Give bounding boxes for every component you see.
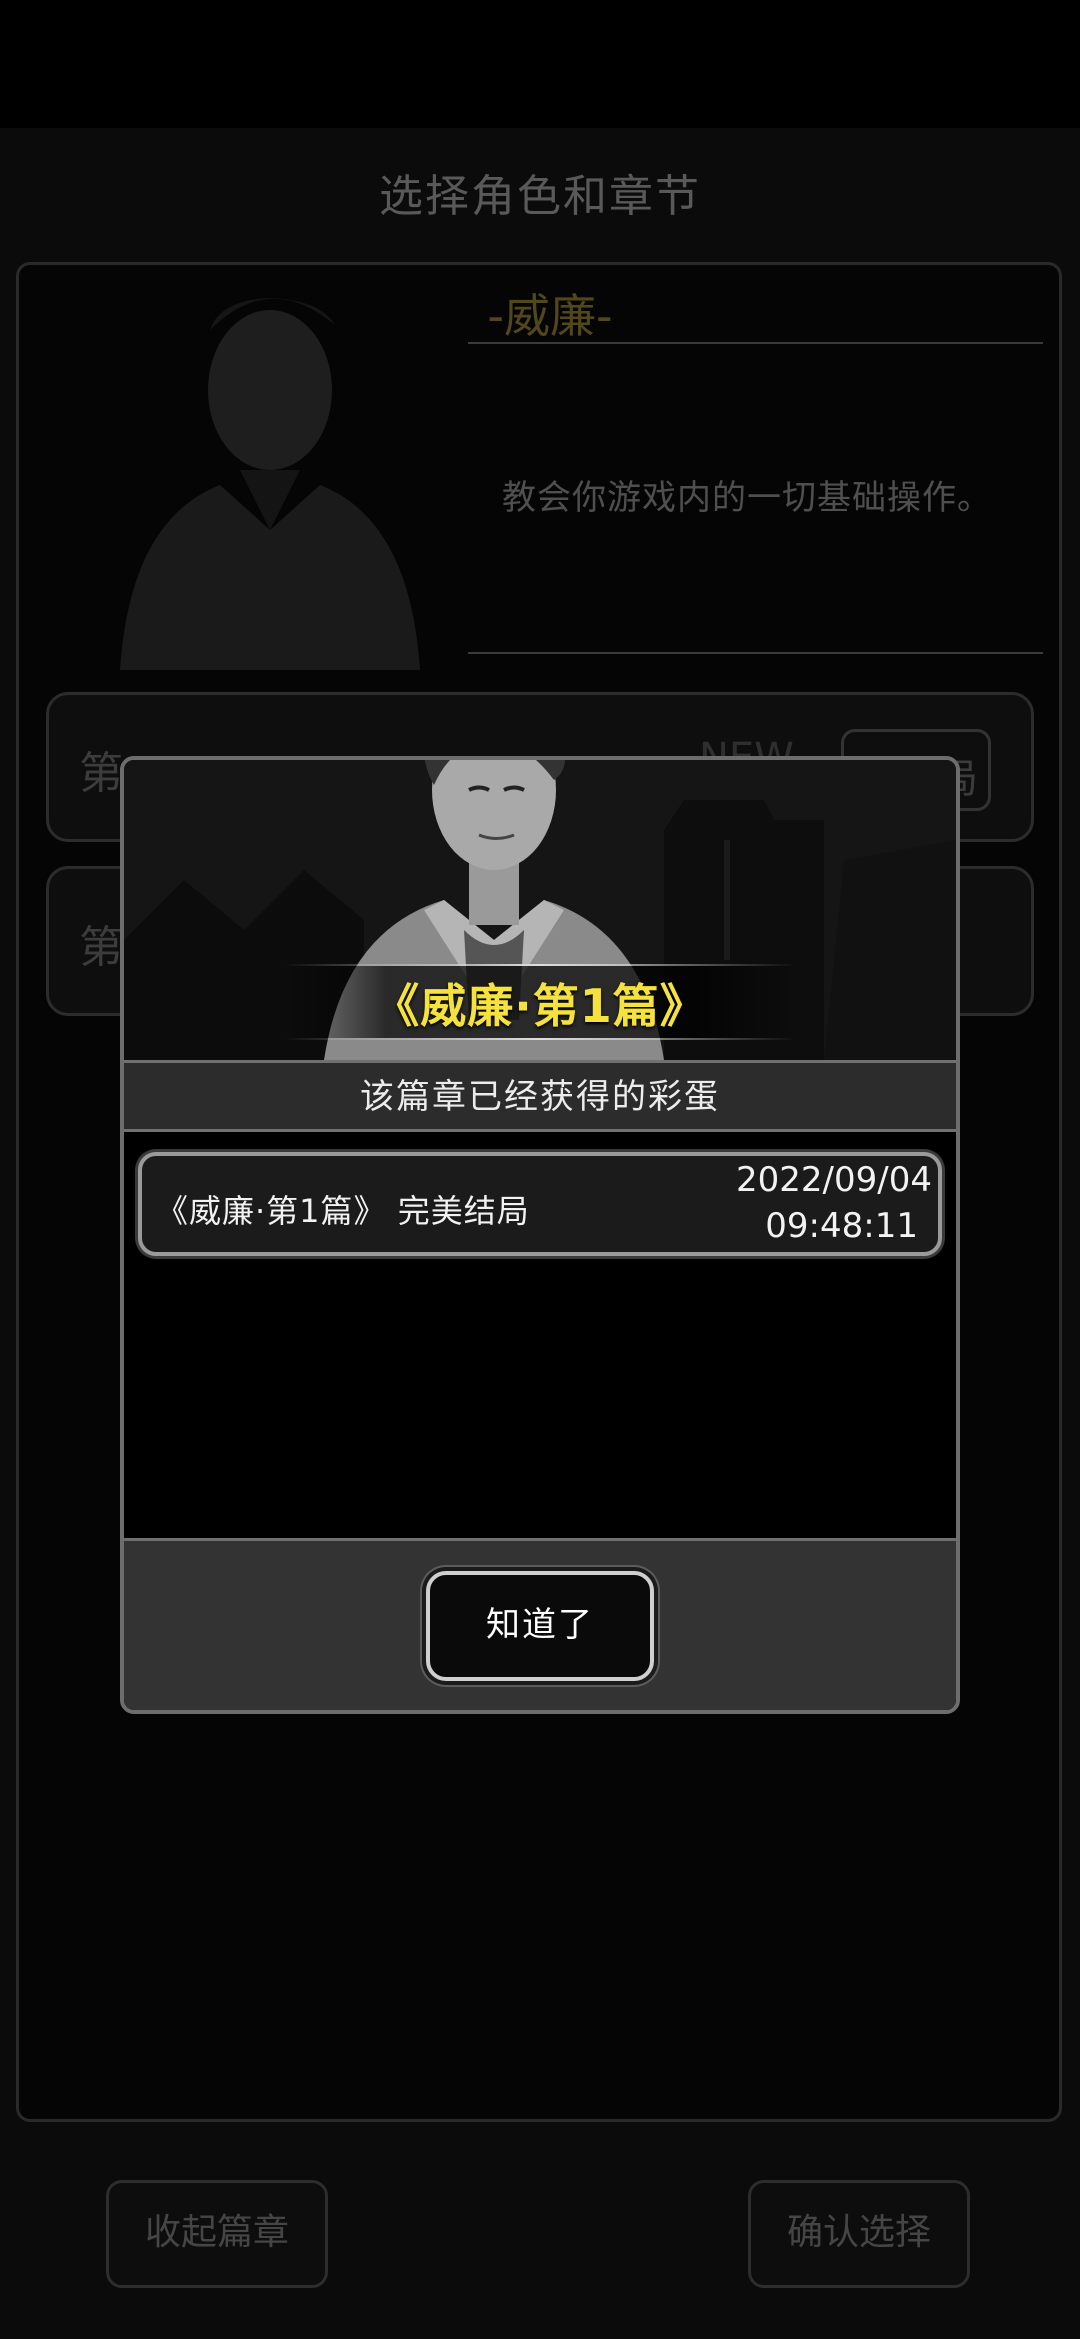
- divider: [468, 652, 1043, 654]
- divider: [468, 342, 1043, 344]
- character-portrait-bg: [120, 298, 420, 670]
- top-bar: [0, 0, 1080, 128]
- dialog-footer: 知道了: [124, 1538, 956, 1710]
- entry-name: 《威廉·第1篇》 完美结局: [156, 1192, 530, 1230]
- entry-date: 2022/09/04: [736, 1160, 932, 1200]
- page-title: 选择角色和章节: [379, 171, 701, 222]
- ok-button[interactable]: 知道了: [426, 1571, 654, 1681]
- chapter-label: 第: [79, 922, 123, 973]
- confirm-selection-button[interactable]: 确认选择: [748, 2180, 970, 2288]
- chapter-banner: 《威廉·第1篇》: [124, 760, 956, 1060]
- chapter-title: 《威廉·第1篇》: [373, 979, 707, 1033]
- character-name: -威廉-: [487, 289, 613, 343]
- easter-egg-entry: 《威廉·第1篇》 完美结局 2022/09/04 09:48:11: [138, 1152, 942, 1256]
- entry-time: 09:48:11: [765, 1206, 918, 1246]
- easter-egg-dialog: 《威廉·第1篇》 该篇章已经获得的彩蛋 《威廉·第1篇》 完美结局 2022/0…: [120, 756, 960, 1714]
- chapter-label: 第: [79, 748, 123, 799]
- character-description: 教会你游戏内的一切基础操作。: [502, 478, 992, 518]
- collapse-chapters-button[interactable]: 收起篇章: [106, 2180, 328, 2288]
- dialog-subheader: 该篇章已经获得的彩蛋: [124, 1060, 956, 1132]
